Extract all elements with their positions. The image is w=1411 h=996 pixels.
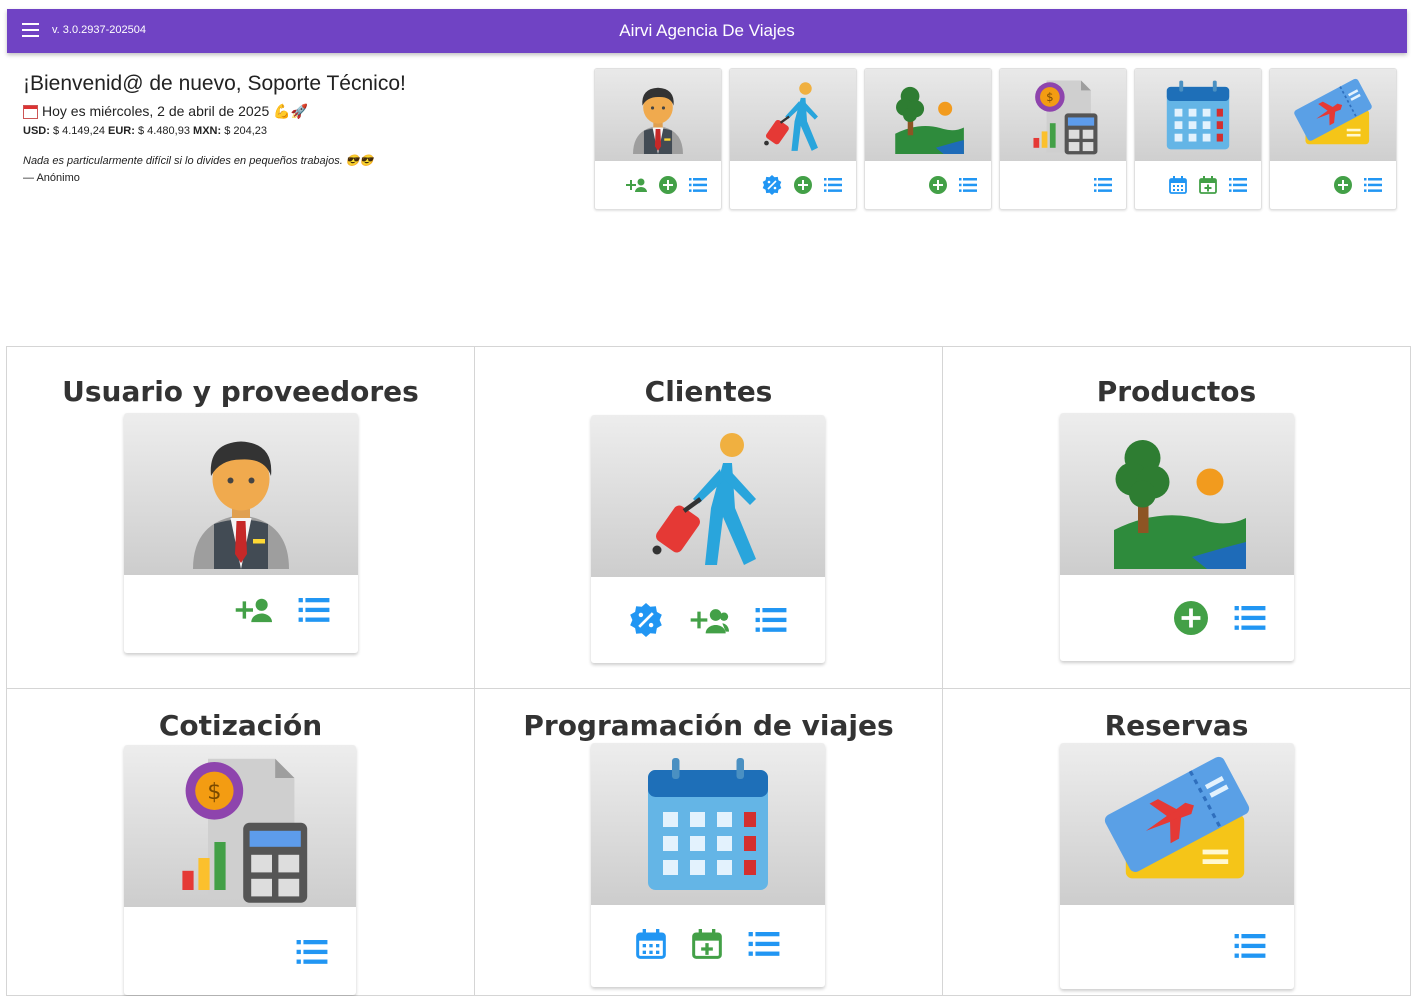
rate-value: $ 4.149,24 <box>52 125 105 137</box>
date-line: Hoy es miércoles, 2 de abril de 2025 💪🚀 <box>23 103 583 120</box>
discount-icon[interactable] <box>629 603 663 637</box>
rate-value: $ 204,23 <box>224 125 268 137</box>
module-title: Clientes <box>644 375 773 408</box>
rate-code: USD: <box>23 125 50 137</box>
module-clientes: Clientes <box>474 346 943 689</box>
module-programacion: Programación de viajes <box>474 688 943 996</box>
app-bar: v. 3.0.2937-202504 Airvi Agencia De Viaj… <box>7 9 1407 53</box>
module-usuarios: Usuario y proveedores <box>6 346 475 689</box>
module-title: Programación de viajes <box>523 709 894 742</box>
discount-icon[interactable] <box>762 175 782 195</box>
welcome-panel: ¡Bienvenid@ de nuevo, Soporte Técnico! H… <box>23 72 583 184</box>
list-icon[interactable] <box>748 932 780 956</box>
add-user-icon[interactable] <box>234 597 272 623</box>
list-icon[interactable] <box>959 178 977 192</box>
module-card <box>591 743 825 987</box>
traveler-icon[interactable] <box>730 69 856 161</box>
list-icon[interactable] <box>755 608 787 632</box>
module-card <box>591 415 825 663</box>
module-title: Usuario y proveedores <box>62 375 419 408</box>
list-icon[interactable] <box>1364 178 1382 192</box>
ticket-icon[interactable] <box>1270 69 1396 161</box>
mini-card-clientes <box>729 68 857 210</box>
landscape-icon[interactable] <box>1060 413 1294 575</box>
landscape-icon[interactable] <box>865 69 991 161</box>
calendar-view-icon[interactable] <box>636 929 666 959</box>
mini-card-programacion <box>1134 68 1262 210</box>
welcome-greeting: ¡Bienvenid@ de nuevo, Soporte Técnico! <box>23 72 406 95</box>
module-cotizacion: Cotización <box>6 688 475 996</box>
calendar-icon <box>23 104 38 119</box>
mini-card-reservas <box>1269 68 1397 210</box>
today-date: Hoy es miércoles, 2 de abril de 2025 💪🚀 <box>42 103 308 119</box>
traveler-icon[interactable] <box>591 415 825 577</box>
quote-author: — Anónimo <box>23 172 80 184</box>
list-icon[interactable] <box>1234 934 1266 958</box>
mini-card-cotizacion <box>999 68 1127 210</box>
list-icon[interactable] <box>1234 606 1266 630</box>
add-circle-icon[interactable] <box>1334 176 1352 194</box>
calendar-icon[interactable] <box>1135 69 1261 161</box>
add-group-icon[interactable] <box>689 606 729 634</box>
calendar-add-icon[interactable] <box>692 929 722 959</box>
mini-card-productos <box>864 68 992 210</box>
add-circle-icon[interactable] <box>1174 601 1208 635</box>
calendar-icon[interactable] <box>591 743 825 905</box>
rate-value: $ 4.480,93 <box>137 125 190 137</box>
add-circle-icon[interactable] <box>794 176 812 194</box>
module-card <box>1060 743 1294 989</box>
module-card <box>1060 413 1294 661</box>
module-title: Reservas <box>1104 709 1249 742</box>
calculator-icon[interactable] <box>124 745 356 907</box>
add-circle-icon[interactable] <box>929 176 947 194</box>
list-icon[interactable] <box>1229 178 1247 192</box>
rate-code: MXN: <box>193 125 222 137</box>
module-productos: Productos <box>942 346 1411 689</box>
add-user-icon[interactable] <box>625 178 647 192</box>
employee-icon[interactable] <box>595 69 721 161</box>
employee-icon[interactable] <box>124 413 358 575</box>
module-reservas: Reservas <box>942 688 1411 996</box>
calculator-icon[interactable] <box>1000 69 1126 161</box>
list-icon[interactable] <box>689 178 707 192</box>
list-icon[interactable] <box>824 178 842 192</box>
module-card <box>124 413 358 653</box>
list-icon[interactable] <box>1094 178 1112 192</box>
mini-card-usuarios <box>594 68 722 210</box>
ticket-icon[interactable] <box>1060 743 1294 905</box>
add-circle-icon[interactable] <box>659 176 677 194</box>
module-card <box>124 745 356 995</box>
app-title: Airvi Agencia De Viajes <box>619 21 795 40</box>
calendar-add-icon[interactable] <box>1199 176 1217 194</box>
modules-grid: Usuario y proveedores Clientes Productos <box>6 346 1411 996</box>
list-icon[interactable] <box>298 598 330 622</box>
list-icon[interactable] <box>296 940 328 964</box>
quote-text: Nada es particularmente difícil si lo di… <box>23 155 374 167</box>
calendar-view-icon[interactable] <box>1169 176 1187 194</box>
module-title: Cotización <box>158 709 323 742</box>
module-title: Productos <box>1096 375 1257 408</box>
rate-code: EUR: <box>108 125 135 137</box>
exchange-rates: USD: $ 4.149,24 EUR: $ 4.480,93 MXN: $ 2… <box>23 125 583 137</box>
